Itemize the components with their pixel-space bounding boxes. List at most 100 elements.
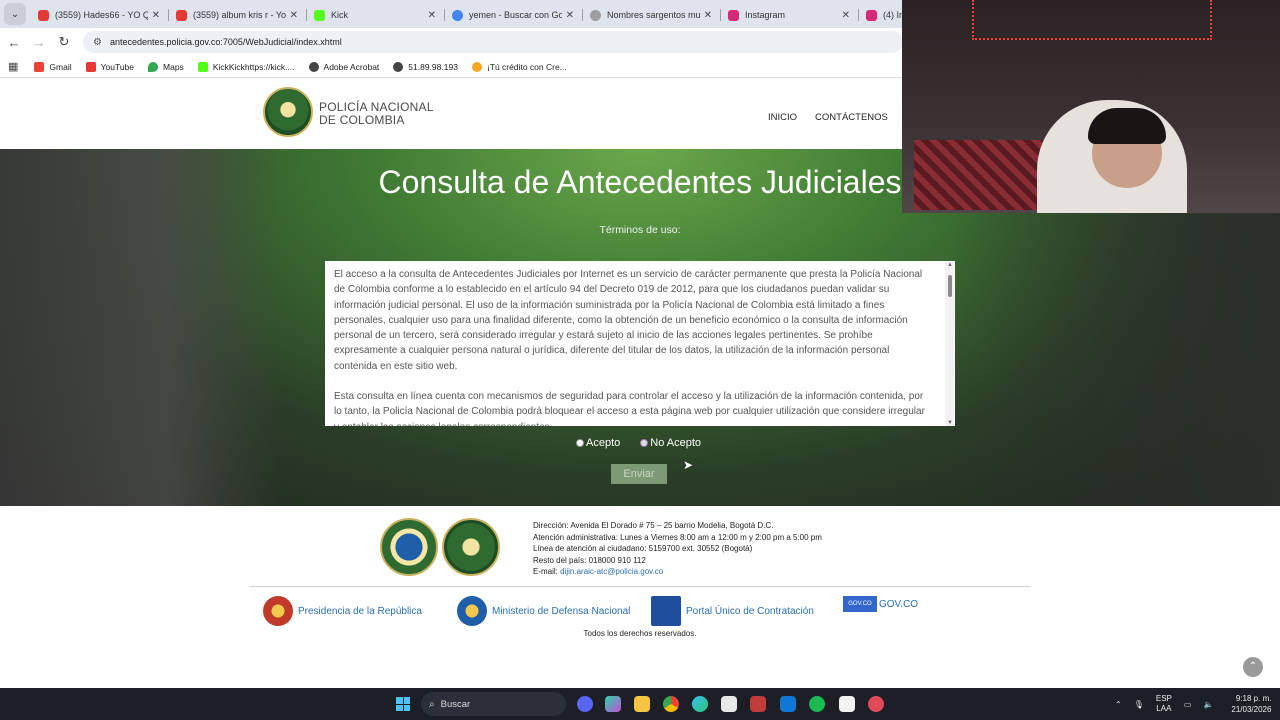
email-link[interactable]: dijin.araic-atc@policia.gov.co [560,567,663,576]
maps-pin-icon [148,61,159,72]
nav-inicio[interactable]: INICIO [768,112,797,123]
link-mindefensa[interactable]: Ministerio de Defensa Nacional [457,596,630,626]
terms-paragraph: Esta consulta en línea cuenta con mecani… [334,391,925,426]
windows-taskbar: ⌕ Buscar ⌃ 🎙 ESP LAA ▭ 🔈 9:18 p. m. 21/0… [0,688,1280,720]
scroll-down-icon[interactable]: ▼ [947,420,953,426]
browser-tab[interactable]: Kick ✕ [306,2,444,28]
kick-icon [197,61,208,72]
terms-textarea[interactable]: El acceso a la consulta de Antecedentes … [325,261,955,426]
terms-paragraph: El acceso a la consulta de Antecedentes … [334,269,923,372]
scroll-to-top-button[interactable]: ⌃ [1243,657,1263,677]
accept-radio[interactable]: Acepto [576,437,620,449]
search-placeholder: Buscar [440,698,471,710]
close-tab-icon[interactable]: ✕ [704,10,712,21]
bookmark-maps[interactable]: Maps [148,61,184,72]
bookmark-label: ¡Tú crédito con Cre... [486,61,567,72]
site-info-icon[interactable]: ⚙ [93,37,102,48]
chrome-icon[interactable] [663,696,679,712]
close-tab-icon[interactable]: ✕ [428,10,436,21]
site-logo-text[interactable]: POLICÍA NACIONAL DE COLOMBIA [319,101,434,127]
scroll-up-icon[interactable]: ▲ [947,262,953,268]
store-icon[interactable] [721,696,737,712]
forward-arrow-icon[interactable]: → [28,35,50,50]
taskbar-clock[interactable]: 9:18 p. m. 21/03/2026 [1231,693,1271,715]
reload-icon[interactable]: ↻ [53,34,75,50]
display-icon[interactable]: ▭ [1184,700,1192,709]
volume-icon[interactable]: 🔈 [1203,700,1213,709]
globe-icon [393,61,404,72]
close-tab-icon[interactable]: ✕ [290,10,298,21]
windows-start-icon[interactable] [396,697,410,711]
kick-icon [314,9,325,21]
link-label: Portal Único de Contratación [686,605,814,617]
tab-search-icon[interactable]: ⌄ [4,3,26,25]
contact-info: Dirección: Avenida El Dorado # 75 – 25 b… [533,520,822,578]
language-indicator[interactable]: ESP LAA [1156,694,1172,714]
contact-country: Resto del país: 018000 910 112 [533,555,646,565]
submit-button[interactable]: Enviar [611,464,667,484]
outlook-icon[interactable] [780,696,796,712]
mouse-cursor-icon: ➤ [683,458,694,472]
police-seal-logo [442,518,500,576]
bookmark-youtube[interactable]: YouTube [85,61,135,72]
globe-icon [308,61,319,72]
terms-choice: Acepto No Acepto [576,437,721,449]
colombia-shield-icon [457,596,487,626]
close-tab-icon[interactable]: ✕ [152,10,160,21]
link-label: GOV.CO [879,598,919,610]
browser-tab[interactable]: Nombres sargentos muje ✕ [582,2,720,28]
link-presidencia[interactable]: Presidencia de la República [263,596,422,626]
person-hair [1088,108,1166,144]
spotify-icon[interactable] [809,696,825,712]
copilot-icon[interactable] [605,696,621,712]
bookmark-ip[interactable]: 51.89.98.193 [393,61,458,72]
bookmark-credito[interactable]: ¡Tú crédito con Cre... [471,61,567,72]
radio-circle[interactable] [576,439,584,447]
tab-title: yemen - Buscar con Goog [469,10,562,20]
webcam-overlay [902,0,1280,213]
radio-circle[interactable] [640,439,649,447]
link-govco[interactable]: GOV.CO GOV.CO [843,596,918,612]
app-icon[interactable] [750,696,766,712]
led-lights [972,0,1212,40]
terms-label: Términos de uso: [599,224,681,236]
scroll-thumb[interactable] [948,275,952,297]
app-icon[interactable] [868,696,884,712]
bookmark-adobe[interactable]: Adobe Acrobat [308,61,379,72]
apps-grid-icon[interactable]: ▦ [8,60,18,73]
bookmark-kick[interactable]: KickKickhttps://kick.... [197,61,295,72]
lang-line1: ESP [1155,694,1172,703]
browser-tab[interactable]: yemen - Buscar con Goog ✕ [444,2,582,28]
url-input[interactable]: ⚙ antecedentes.policia.gov.co:7005/WebJu… [83,31,903,53]
bookmark-label: Gmail [49,61,72,72]
link-contratacion[interactable]: Portal Único de Contratación [651,596,814,626]
nav-contactenos[interactable]: CONTÁCTENOS [815,112,888,123]
loading-icon [471,61,482,72]
browser-tab[interactable]: (3559) album kris r - YouT ✕ [168,2,306,28]
logo-line2: DE COLOMBIA [319,113,405,127]
browser-tab[interactable]: (3559) Hades66 - YO QUIE ✕ [30,2,168,28]
capcut-icon[interactable] [839,696,855,712]
file-explorer-icon[interactable] [634,696,650,712]
close-tab-icon[interactable]: ✕ [566,10,574,21]
bookmark-label: YouTube [100,61,135,72]
bookmark-label: KickKickhttps://kick.... [212,61,295,72]
close-tab-icon[interactable]: ✕ [842,10,850,21]
bookmark-gmail[interactable]: Gmail [34,61,72,72]
colombia-shield-icon [263,596,293,626]
back-arrow-icon[interactable]: ← [3,35,25,50]
system-tray: ⌃ 🎙 ESP LAA ▭ 🔈 9:18 p. m. 21/03/2026 [1115,688,1271,720]
police-seal-logo[interactable] [263,87,313,137]
colombia-shield-icon [651,596,681,626]
copyright-text: Todos los derechos reservados. [583,629,697,638]
edge-icon[interactable] [692,696,708,712]
microphone-icon[interactable]: 🎙 [1134,700,1144,709]
taskbar-search-input[interactable]: ⌕ Buscar [421,692,566,716]
url-text: antecedentes.policia.gov.co:7005/WebJudi… [109,37,342,47]
bookmark-label: 51.89.98.193 [408,61,458,72]
browser-tab[interactable]: Instagram ✕ [720,2,858,28]
discord-icon[interactable] [577,696,593,712]
search-icon: ⌕ [429,698,435,710]
chevron-up-icon[interactable]: ⌃ [1115,700,1122,709]
reject-radio[interactable]: No Acepto [640,437,701,449]
